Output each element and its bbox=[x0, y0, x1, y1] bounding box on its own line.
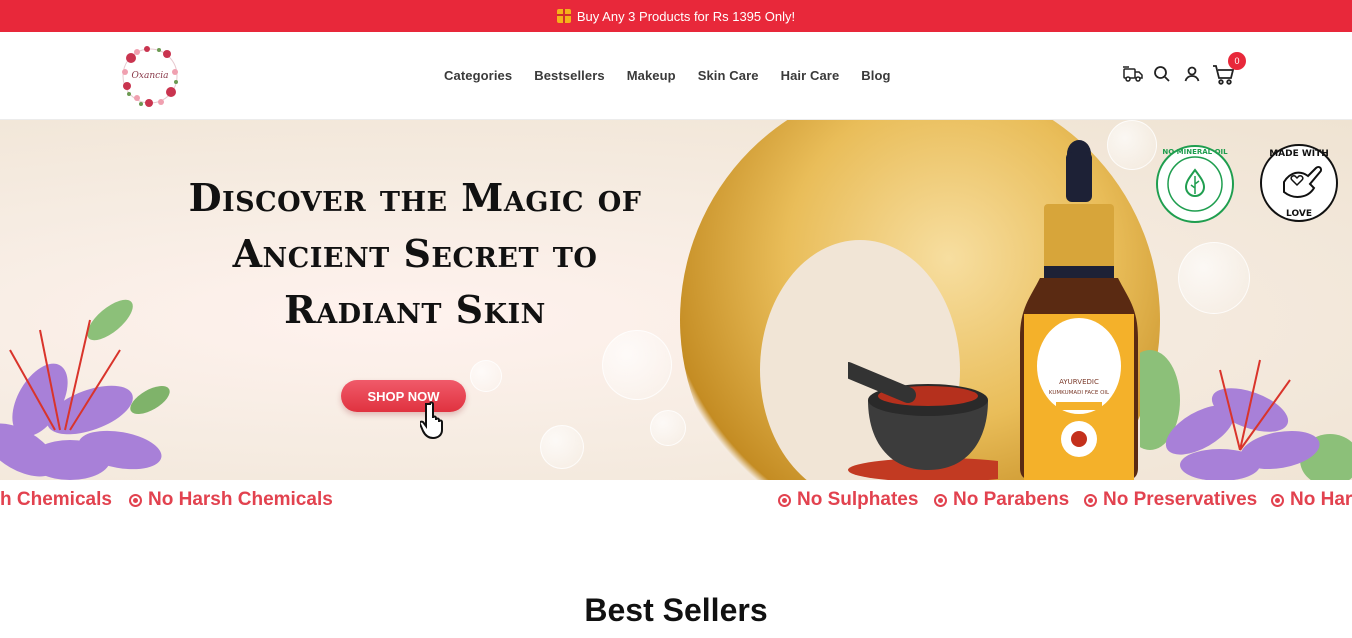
announcement-bar[interactable]: Buy Any 3 Products for Rs 1395 Only! bbox=[0, 0, 1352, 32]
bullet-dot-icon bbox=[1271, 493, 1284, 507]
headline-line-1: Discover the Magic of bbox=[188, 175, 642, 220]
marquee-item-text: No Parabens bbox=[953, 489, 1070, 510]
site-header: Oxancia Categories Bestsellers Makeup Sk… bbox=[0, 32, 1352, 120]
marquee-item: No Preservatives bbox=[1084, 489, 1257, 511]
brand-logo[interactable]: Oxancia bbox=[117, 36, 183, 114]
marquee-item-text: No Harsh Chemicals bbox=[148, 489, 333, 510]
marquee-item-text: No Har bbox=[1290, 489, 1352, 510]
logo-wordmark: Oxancia bbox=[132, 71, 169, 81]
search-icon[interactable] bbox=[1152, 64, 1172, 84]
bubble bbox=[540, 425, 584, 469]
header-icons: 0 bbox=[1122, 52, 1246, 85]
kumkumadi-oil-bottle: AYURVEDIC KUMKUMADI FACE OIL bbox=[1020, 140, 1138, 480]
gift-icon bbox=[556, 9, 571, 23]
mortar-with-saffron bbox=[848, 362, 998, 480]
main-nav: Categories Bestsellers Makeup Skin Care … bbox=[444, 68, 913, 83]
bullet-dot-icon bbox=[1084, 493, 1097, 507]
marquee-item: h Chemicals bbox=[0, 489, 112, 511]
love-text: LOVE bbox=[1286, 209, 1312, 219]
cart-button[interactable]: 0 bbox=[1212, 52, 1246, 85]
nav-makeup[interactable]: Makeup bbox=[627, 68, 676, 83]
pointer-hand-icon bbox=[420, 401, 443, 440]
cart-count-badge: 0 bbox=[1228, 52, 1246, 70]
bubble bbox=[470, 360, 502, 392]
nav-blog[interactable]: Blog bbox=[861, 68, 890, 83]
bubble bbox=[602, 330, 672, 400]
nav-bestsellers[interactable]: Bestsellers bbox=[534, 68, 604, 83]
marquee-item: No Har bbox=[1271, 489, 1352, 511]
bubble bbox=[650, 410, 686, 446]
bullet-dot-icon bbox=[934, 493, 947, 507]
marquee-item: No Sulphates bbox=[778, 489, 918, 511]
nav-skin-care[interactable]: Skin Care bbox=[698, 68, 759, 83]
announcement-text: Buy Any 3 Products for Rs 1395 Only! bbox=[576, 8, 796, 24]
nav-hair-care[interactable]: Hair Care bbox=[781, 68, 840, 83]
marquee-item-text: h Chemicals bbox=[0, 489, 112, 510]
saffron-flowers-right bbox=[1140, 350, 1352, 480]
made-with-text: MADE WITH bbox=[1269, 149, 1329, 159]
made-with-love-badge: MADE WITH LOVE bbox=[1260, 144, 1338, 222]
saffron-flowers-left bbox=[0, 299, 170, 480]
best-sellers-title: Best Sellers bbox=[584, 592, 768, 628]
bubble bbox=[1178, 242, 1250, 314]
bullet-dot-icon bbox=[778, 493, 791, 507]
no-mineral-oil-text: NO MINERAL OIL bbox=[1162, 148, 1228, 156]
marquee-item-text: No Sulphates bbox=[797, 489, 919, 510]
bottle-label-line-2: KUMKUMADI FACE OIL bbox=[1049, 390, 1110, 396]
benefits-marquee: h Chemicals No Harsh Chemicals No Sulpha… bbox=[0, 480, 1352, 520]
hero-banner[interactable]: Discover the Magic of Ancient Secret to … bbox=[0, 120, 1352, 480]
marquee-item: No Parabens bbox=[934, 489, 1069, 511]
delivery-truck-icon[interactable] bbox=[1122, 64, 1143, 84]
nav-categories[interactable]: Categories bbox=[444, 68, 512, 83]
marquee-item-text: No Preservatives bbox=[1103, 489, 1258, 510]
marquee-item: No Harsh Chemicals bbox=[129, 489, 333, 511]
headline-line-2: Ancient Secret to bbox=[232, 231, 598, 276]
account-icon[interactable] bbox=[1182, 64, 1202, 84]
bullet-dot-icon bbox=[129, 493, 142, 507]
no-mineral-oil-badge: NO MINERAL OIL bbox=[1156, 145, 1234, 223]
bottle-label-line-1: AYURVEDIC bbox=[1059, 378, 1099, 386]
